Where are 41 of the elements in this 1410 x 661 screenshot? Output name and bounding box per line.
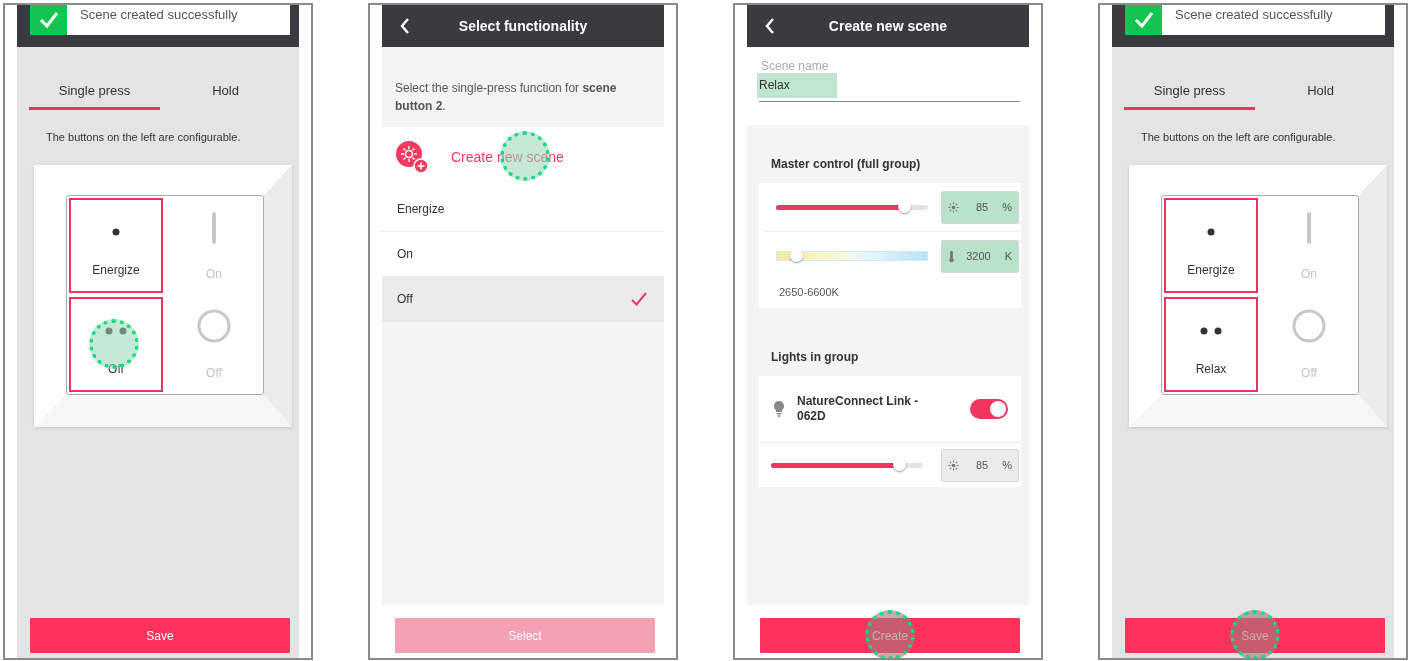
checkmark-icon (631, 292, 647, 306)
hint-text: The buttons on the left are configurable. (1141, 131, 1337, 143)
tab[interactable]: Hold (1255, 77, 1386, 110)
hint-text: The buttons on the left are configurable. (46, 131, 242, 143)
function-option[interactable]: Energize (382, 187, 664, 232)
back-icon[interactable] (400, 17, 410, 35)
ring-icon (197, 309, 231, 343)
bulb-icon (773, 400, 785, 418)
prompt-text: Select the single-press function for scene button 2. (395, 81, 617, 113)
brightness-value-field[interactable]: 85 % (941, 190, 1019, 224)
range-text: 2650-6600K (778, 285, 840, 300)
tab[interactable]: Single press (29, 77, 160, 110)
thermometer-icon (948, 249, 955, 263)
toast-message: Scene created successfully (79, 6, 238, 22)
sun-icon (948, 459, 959, 471)
scene-name-field[interactable]: Scene name Relax (759, 59, 1020, 102)
brightness-value-field[interactable]: 85 % (941, 448, 1019, 482)
back-icon[interactable] (765, 17, 775, 35)
light-name: NatureConnect Link - 062D (797, 394, 920, 424)
tab[interactable]: Hold (160, 77, 291, 110)
add-scene-icon (395, 140, 429, 174)
section-heading: Master control (full group) (770, 157, 922, 171)
switch-button[interactable]: Energize (69, 198, 163, 293)
two-dots-icon (1200, 327, 1222, 335)
dot-icon (112, 228, 120, 236)
two-dots-icon (105, 327, 127, 335)
screen-title: Create new scene (828, 18, 948, 34)
color-temperature-slider[interactable] (776, 251, 928, 261)
primary-button[interactable]: Save (30, 618, 290, 653)
function-option[interactable]: Off (382, 277, 664, 322)
sun-icon (948, 201, 959, 213)
temperature-value-field[interactable]: 3200 K (941, 239, 1019, 273)
tab[interactable]: Single press (1124, 77, 1255, 110)
section-heading: Lights in group (770, 350, 860, 364)
toast-message: Scene created successfully (1174, 6, 1333, 22)
dot-icon (1207, 228, 1215, 236)
toggle-switch[interactable] (970, 399, 1008, 419)
switch-button[interactable]: Energize (1164, 198, 1258, 293)
switch-button[interactable]: Relax (1164, 297, 1258, 392)
screen-title: Select functionality (458, 18, 588, 34)
ring-icon (1292, 309, 1326, 343)
